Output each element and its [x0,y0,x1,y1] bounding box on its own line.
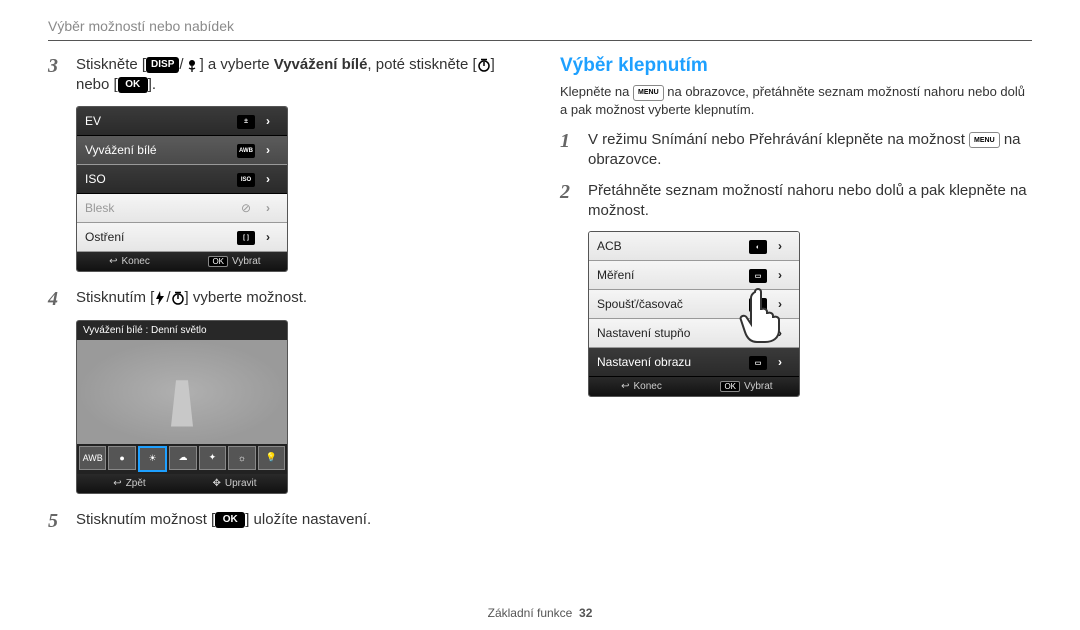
menu-row-acb[interactable]: ACB ◐ › [589,232,799,261]
step-2: 2 Přetáhněte seznam možností nahoru nebo… [560,181,1032,222]
menu-footer: Konec OKVybrat [77,252,287,271]
wb-thumb-cloudy[interactable]: ☁ [169,446,196,470]
finger-pointer-icon [735,284,785,344]
step-number: 3 [48,55,66,96]
menu-row-ev[interactable]: EV ± › [77,107,287,136]
chevron-right-icon: › [257,201,279,215]
step-4: 4 Stisknutím [/] vyberte možnost. [48,288,520,310]
right-column: Výběr klepnutím Klepněte na MENU na obra… [560,55,1032,542]
step-1: 1 V režimu Snímání nebo Přehrávání klepn… [560,130,1032,171]
footer-select[interactable]: OKVybrat [182,252,287,271]
preview-title: Vyvážení bílé : Denní světlo [77,321,287,340]
page-footer: Základní funkce 32 [0,606,1080,620]
wb-preview-screen: Vyvážení bílé : Denní světlo AWB ● ☀ ☁ ✦… [76,320,288,494]
awb-icon: AWB [235,141,257,158]
wb-thumb-fluorescent[interactable]: ✦ [199,446,226,470]
menu-row-focus[interactable]: Ostření [ ] › [77,223,287,252]
image-icon: ▭ [747,354,769,370]
menu-row-wb[interactable]: Vyvážení bílé AWB › [77,136,287,165]
chevron-right-icon: › [769,268,791,282]
wb-thumb-strip: AWB ● ☀ ☁ ✦ ☼ 💡 [77,444,287,474]
menu-screen-1: EV ± › Vyvážení bílé AWB › ISO ISO › Ble… [76,106,288,272]
ok-badge-icon: OK [208,256,228,267]
touch-menu-screen: ACB ◐ › Měření ▭ › Spoušť/časovač ▭ › Na… [588,231,800,397]
menu-row-iso[interactable]: ISO ISO › [77,165,287,194]
ev-icon: ± [235,112,257,129]
chevron-right-icon: › [257,143,279,157]
menu-footer: Konec OKVybrat [589,377,799,396]
menu-key-icon: MENU [969,132,1000,148]
iso-icon: ISO [235,170,257,187]
step-number: 4 [48,288,66,310]
metering-icon: ▭ [747,267,769,283]
flash-icon [154,291,166,305]
step-text: Přetáhněte seznam možností nahoru nebo d… [588,181,1032,222]
chevron-right-icon: › [257,230,279,244]
left-column: 3 Stiskněte [DISP/] a vyberte Vyvážení b… [48,55,520,542]
preview-image [77,340,287,444]
step-number: 2 [560,181,578,222]
menu-row-image-adjust[interactable]: Nastavení obrazu ▭ › [589,348,799,377]
header-rule [48,40,1032,41]
step-text: Stisknutím [/] vyberte možnost. [76,288,307,310]
macro-icon [184,57,200,73]
step-text: Stiskněte [DISP/] a vyberte Vyvážení bíl… [76,55,520,96]
silhouette-icon [157,357,207,427]
wb-thumb-tungsten[interactable]: 💡 [258,446,285,470]
chevron-right-icon: › [769,239,791,253]
ok-key-icon: OK [118,77,148,93]
chevron-right-icon: › [257,114,279,128]
section-title: Výběr klepnutím [560,55,1032,77]
menu-key-icon: MENU [633,85,664,101]
footer-back[interactable]: Konec [77,252,182,271]
footer-back[interactable]: Zpět [77,474,182,493]
preview-footer: Zpět ✥Upravit [77,474,287,493]
breadcrumb: Výběr možností nebo nabídek [48,18,1032,34]
intro-paragraph: Klepněte na MENU na obrazovce, přetáhnět… [560,83,1032,118]
wb-thumb-auto[interactable]: ● [108,446,135,470]
footer-edit[interactable]: ✥Upravit [182,474,287,493]
dpad-icon: ✥ [212,478,220,489]
step-5: 5 Stisknutím možnost [OK] uložíte nastav… [48,510,520,532]
focus-icon: [ ] [235,228,257,245]
ok-key-icon: OK [215,512,245,528]
step-number: 5 [48,510,66,532]
no-flash-icon: ⊘ [235,201,257,215]
back-arrow-icon [109,256,117,267]
step-text: V režimu Snímání nebo Přehrávání klepnět… [588,130,1032,171]
step-number: 1 [560,130,578,171]
step-3: 3 Stiskněte [DISP/] a vyberte Vyvážení b… [48,55,520,96]
back-arrow-icon [113,478,121,489]
wb-thumb-fluorescent2[interactable]: ☼ [228,446,255,470]
ok-badge-icon: OK [720,381,740,392]
timer-icon [171,291,185,305]
acb-icon: ◐ [747,238,769,255]
step-text: Stisknutím možnost [OK] uložíte nastaven… [76,510,371,532]
menu-row-flash: Blesk ⊘ › [77,194,287,223]
footer-back[interactable]: Konec [589,377,694,396]
chevron-right-icon: › [257,172,279,186]
disp-key-icon: DISP [146,57,179,73]
back-arrow-icon [621,381,629,392]
wb-thumb-daylight[interactable]: ☀ [138,446,167,472]
footer-select[interactable]: OKVybrat [694,377,799,396]
chevron-right-icon: › [769,355,791,369]
timer-icon [477,58,491,72]
wb-thumb-awb[interactable]: AWB [79,446,106,470]
